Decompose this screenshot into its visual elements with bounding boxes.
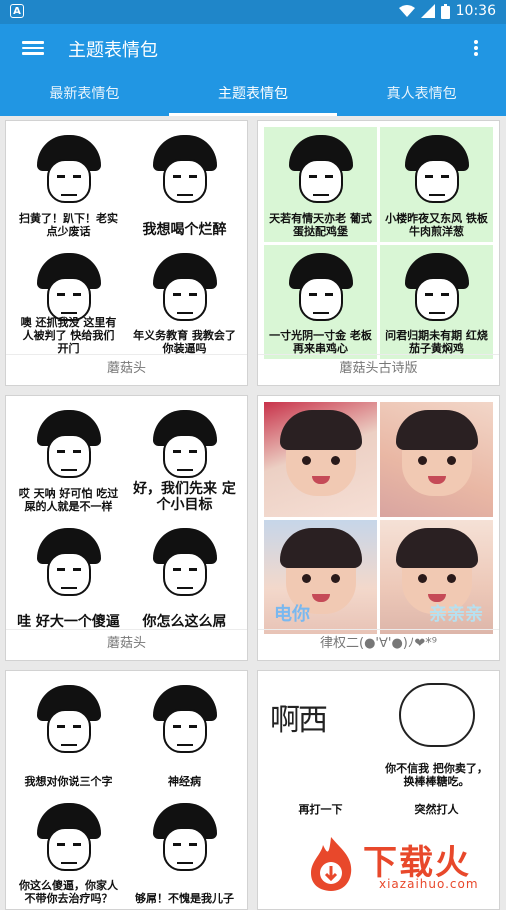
sticker-image: 小楼昨夜又东风 铁板牛肉煎洋葱: [380, 127, 493, 242]
more-options-icon[interactable]: [472, 38, 480, 58]
sticker-pack-card[interactable]: 电你 亲亲亲 律权二(●'∀'●)ﾉ❤*⁹: [257, 395, 500, 661]
sticker-image: 够屌！不愧是我儿子: [128, 794, 241, 909]
watermark-logo: 下载火 xiazaihuo.com: [305, 835, 505, 899]
sticker-image: 扫黄了！趴下！老实点少废话: [12, 127, 125, 242]
tab-latest[interactable]: 最新表情包: [0, 72, 169, 116]
sticker-caption: 电你: [274, 604, 310, 625]
sticker-caption: 天若有情天亦老 葡式蛋挞配鸡堡: [269, 211, 372, 238]
sticker-caption: 神经病: [168, 774, 201, 788]
sticker-pack-title: 律权二(●'∀'●)ﾉ❤*⁹: [258, 629, 499, 660]
sticker-caption: 问君归期未有期 红烧茄子黄焖鸡: [385, 329, 488, 355]
sticker-caption: 亲亲亲: [429, 604, 483, 625]
notification-icon: A: [10, 4, 24, 18]
sticker-image: 你不信我 把你卖了，换棒棒糖吃。: [380, 677, 493, 792]
sticker-pack-card[interactable]: 扫黄了！趴下！老实点少废话 我想喝个烂醉 噢 还抓我没 这里有人被判了 快给我们…: [5, 120, 248, 386]
sticker-image: 电你: [264, 519, 377, 634]
tab-bar: 最新表情包 主题表情包 真人表情包: [0, 72, 506, 116]
tab-real-people[interactable]: 真人表情包: [337, 72, 506, 116]
sticker-caption: 一寸光阴一寸金 老板再来串鸡心: [269, 329, 372, 355]
menu-icon[interactable]: [22, 38, 44, 58]
sticker-pack-title: 蘑菇头: [6, 629, 247, 660]
sticker-image: 神经病: [128, 677, 241, 792]
sticker-caption: 噢 还抓我没 这里有人被判了 快给我们 开门: [20, 316, 117, 355]
sticker-image: 天若有情天亦老 葡式蛋挞配鸡堡: [264, 127, 377, 242]
sticker-caption: 你不信我 把你卖了，换棒棒糖吃。: [385, 761, 488, 788]
sticker-image: 你这么傻逼，你家人不带你去治疗吗？: [12, 794, 125, 909]
sticker-image: 啊西: [264, 677, 377, 792]
sticker-image: 我想喝个烂醉: [128, 127, 241, 242]
sticker-caption: 年义务教育 我教会了你装逼吗: [133, 329, 236, 355]
sticker-image: 亲亲亲: [380, 519, 493, 634]
sticker-image: 我想对你说三个字: [12, 677, 125, 792]
sticker-pack-card[interactable]: 天若有情天亦老 葡式蛋挞配鸡堡 小楼昨夜又东风 铁板牛肉煎洋葱 一寸光阴一寸金 …: [257, 120, 500, 386]
sticker-caption: 再打一下: [298, 802, 343, 816]
sticker-image: 哇 好大一个傻逼: [12, 519, 125, 634]
sticker-preview-grid: 天若有情天亦老 葡式蛋挞配鸡堡 小楼昨夜又东风 铁板牛肉煎洋葱 一寸光阴一寸金 …: [264, 127, 493, 359]
sticker-pack-card[interactable]: 我想对你说三个字 神经病 你这么傻逼，你家人不带你去治疗吗？ 够屌！不愧是我儿子: [5, 670, 248, 910]
sticker-caption: 突然打人: [414, 802, 459, 816]
tab-themes[interactable]: 主题表情包: [168, 72, 338, 116]
sticker-image: 问君归期未有期 红烧茄子黄焖鸡: [380, 244, 493, 359]
sticker-caption: 哎 天呐 好可怕 吃过屎的人就是不一样: [18, 486, 119, 513]
signal-icon: [420, 4, 435, 18]
sticker-image: 你怎么这么屌: [128, 519, 241, 634]
wifi-icon: [398, 5, 415, 17]
sticker-image: 噢 还抓我没 这里有人被判了 快给我们 开门: [12, 244, 125, 359]
battery-icon: [440, 3, 450, 19]
sticker-caption: 够屌！不愧是我儿子: [135, 892, 234, 905]
sticker-caption: 扫黄了！趴下！老实点少废话: [19, 211, 118, 238]
watermark-url: xiazaihuo.com: [379, 877, 479, 891]
sticker-caption: 哇 好大一个傻逼: [17, 614, 120, 630]
sticker-caption: 你怎么这么屌: [142, 614, 227, 630]
page-title: 主题表情包: [68, 40, 158, 61]
sticker-image: 年义务教育 我教会了你装逼吗: [128, 244, 241, 359]
sticker-caption: 我想对你说三个字: [24, 774, 113, 788]
sticker-image: [380, 402, 493, 517]
status-bar: A 10:36: [0, 0, 506, 24]
status-time: 10:36: [455, 3, 496, 19]
sticker-caption: 我想喝个烂醉: [142, 221, 227, 238]
sticker-image: 好，我们先来 定个小目标: [128, 402, 241, 517]
sticker-caption: 小楼昨夜又东风 铁板牛肉煎洋葱: [385, 211, 488, 238]
sticker-caption: 好，我们先来 定个小目标: [133, 480, 236, 513]
sticker-pack-title: 蘑菇头古诗版: [258, 354, 499, 385]
sticker-image: 哎 天呐 好可怕 吃过屎的人就是不一样: [12, 402, 125, 517]
sticker-pack-title: 蘑菇头: [6, 354, 247, 385]
sticker-preview-grid: 电你 亲亲亲: [264, 402, 493, 634]
sticker-caption: 啊西: [270, 703, 328, 738]
sticker-image: [264, 402, 377, 517]
sticker-caption: 你这么傻逼，你家人不带你去治疗吗？: [19, 879, 118, 905]
app-bar: 主题表情包: [0, 24, 506, 72]
sticker-preview-grid: 我想对你说三个字 神经病 你这么傻逼，你家人不带你去治疗吗？ 够屌！不愧是我儿子: [12, 677, 241, 909]
flame-logo-icon: [311, 837, 352, 891]
sticker-preview-grid: 哎 天呐 好可怕 吃过屎的人就是不一样 好，我们先来 定个小目标 哇 好大一个傻…: [12, 402, 241, 634]
sticker-preview-grid: 扫黄了！趴下！老实点少废话 我想喝个烂醉 噢 还抓我没 这里有人被判了 快给我们…: [12, 127, 241, 359]
sticker-image: 一寸光阴一寸金 老板再来串鸡心: [264, 244, 377, 359]
sticker-pack-card[interactable]: 哎 天呐 好可怕 吃过屎的人就是不一样 好，我们先来 定个小目标 哇 好大一个傻…: [5, 395, 248, 661]
